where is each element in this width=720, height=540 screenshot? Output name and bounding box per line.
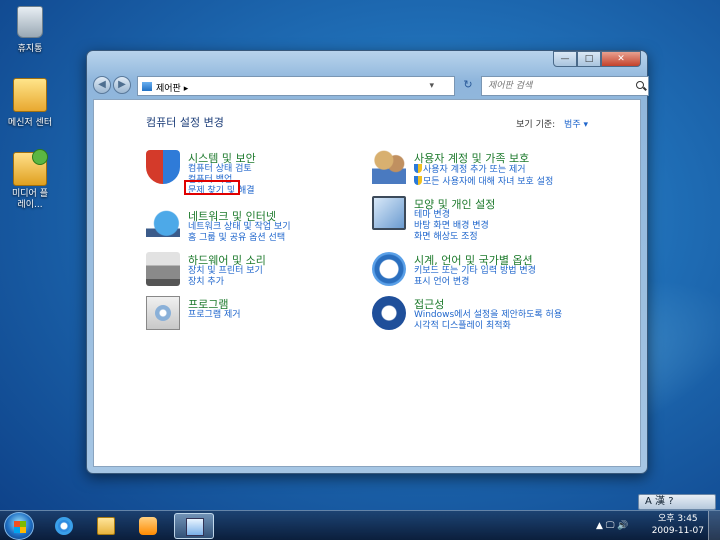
recycle-bin-icon [17,6,43,38]
desktop-icon-media-player[interactable]: 미디어 플레이... [0,149,60,211]
category-appearance: 모양 및 개인 설정 테마 변경 바탕 화면 배경 변경 화면 해상도 조정 [372,196,602,246]
category-ease-of-access: 접근성 Windows에서 설정을 제안하도록 허용 시각적 디스플레이 최적화 [372,296,602,336]
link-change-background[interactable]: 바탕 화면 배경 변경 [414,221,489,232]
forward-button[interactable]: ▶ [113,76,131,94]
chevron-down-icon[interactable]: ▾ [429,81,434,91]
category-links: Windows에서 설정을 제안하도록 허용 시각적 디스플레이 최적화 [414,310,562,332]
link-parental-controls[interactable]: 모든 사용자에 대해 자녀 보호 설정 [414,176,553,188]
internet-explorer-icon [55,517,73,535]
uac-shield-icon [414,164,422,173]
link-suggest-settings[interactable]: Windows에서 설정을 제안하도록 허용 [414,310,562,321]
back-button[interactable]: ◀ [93,76,111,94]
category-links: 장치 및 프린터 보기 장치 추가 [188,266,263,288]
link-adjust-resolution[interactable]: 화면 해상도 조정 [414,232,489,243]
link-network-status[interactable]: 네트워크 상태 및 작업 보기 [188,222,291,233]
link-homegroup[interactable]: 홈 그룹 및 공유 옵션 선택 [188,233,291,244]
windows-logo-icon [14,521,26,533]
control-panel-window: — □ ✕ ◀ ▶ 제어판 ▸ ▾ ↻ 컴퓨터 설정 변경 보기 기준: 범주 … [86,50,649,474]
system-tray[interactable]: ▲ 🖵 🔊 [596,521,629,531]
category-clock-language: 시계, 언어 및 국가별 옵션 키보드 또는 기타 입력 방법 변경 표시 언어… [372,252,602,292]
category-links: 프로그램 제거 [188,310,241,321]
control-panel-icon [186,518,204,536]
clock-date: 2009-11-07 [651,526,704,536]
show-desktop-button[interactable] [708,511,720,540]
view-by-dropdown[interactable]: 범주 ▾ [564,120,588,130]
highlight-box [184,180,240,195]
address-bar[interactable]: 제어판 ▸ ▾ [137,76,455,96]
programs-icon [146,296,180,330]
clock-globe-icon [372,252,406,286]
category-links: 키보드 또는 기타 입력 방법 변경 표시 언어 변경 [414,266,536,288]
start-button[interactable] [4,512,34,540]
breadcrumb[interactable]: 제어판 ▸ [156,81,188,94]
category-links: 네트워크 상태 및 작업 보기 홈 그룹 및 공유 옵션 선택 [188,222,291,244]
clock[interactable]: 오후 3:45 2009-11-07 [652,513,704,537]
link-review-status[interactable]: 컴퓨터 상태 검토 [188,164,255,175]
category-system-security: 시스템 및 보안 컴퓨터 상태 검토 컴퓨터 백업 문제 찾기 및 해결 [146,150,376,200]
clock-time: 오후 3:45 [658,514,698,524]
category-hardware-sound: 하드웨어 및 소리 장치 및 프린터 보기 장치 추가 [146,252,376,292]
link-add-device[interactable]: 장치 추가 [188,277,263,288]
taskbar-item-explorer[interactable] [86,513,126,539]
category-links: 사용자 계정 추가 또는 제거 모든 사용자에 대해 자녀 보호 설정 [414,164,553,188]
media-player-icon [13,149,48,186]
desktop-icon-messenger[interactable]: 메신저 센터 [0,78,60,128]
media-player-icon [139,517,157,535]
desktop-icon-label: 휴지통 [17,44,43,54]
taskbar: ▲ 🖵 🔊 오후 3:45 2009-11-07 [0,510,720,540]
taskbar-item-ie[interactable] [44,513,84,539]
messenger-icon [13,78,47,112]
category-user-accounts: 사용자 계정 및 가족 보호 사용자 계정 추가 또는 제거 모든 사용자에 대… [372,150,602,190]
desktop-icon-label: 미디어 플레이... [12,189,48,210]
desktop-icon-label: 메신저 센터 [7,118,53,128]
minimize-button[interactable]: — [553,51,577,67]
category-programs: 프로그램 프로그램 제거 [146,296,376,332]
maximize-button[interactable]: □ [577,51,601,67]
search-icon[interactable] [636,81,644,89]
page-title: 컴퓨터 설정 변경 [146,116,224,129]
appearance-monitor-icon [372,196,406,230]
language-bar[interactable]: A 漢 ? [638,494,716,510]
link-change-display-language[interactable]: 표시 언어 변경 [414,277,536,288]
search-input[interactable] [482,77,628,95]
view-by: 보기 기준: 범주 ▾ [516,117,588,130]
link-optimize-display[interactable]: 시각적 디스플레이 최적화 [414,321,562,332]
close-button[interactable]: ✕ [601,51,641,67]
users-icon [372,150,406,184]
navigation-bar: ◀ ▶ 제어판 ▸ ▾ ↻ [93,75,649,99]
window-controls: — □ ✕ [553,51,641,67]
link-change-keyboard[interactable]: 키보드 또는 기타 입력 방법 변경 [414,266,536,277]
taskbar-item-control-panel[interactable] [174,513,214,539]
refresh-button[interactable]: ↻ [459,76,477,96]
category-links: 컴퓨터 상태 검토 컴퓨터 백업 문제 찾기 및 해결 [184,164,255,197]
folder-icon [97,517,115,535]
control-panel-icon [142,82,152,91]
link-uninstall-program[interactable]: 프로그램 제거 [188,310,241,321]
search-box[interactable] [481,76,649,96]
content-area: 컴퓨터 설정 변경 보기 기준: 범주 ▾ 시스템 및 보안 컴퓨터 상태 검토… [93,99,641,467]
link-add-remove-accounts[interactable]: 사용자 계정 추가 또는 제거 [414,164,553,176]
taskbar-item-media-player[interactable] [128,513,168,539]
desktop-icon-recycle-bin[interactable]: 휴지통 [0,6,60,54]
category-network-internet: 네트워크 및 인터넷 네트워크 상태 및 작업 보기 홈 그룹 및 공유 옵션 … [146,208,376,248]
category-links: 테마 변경 바탕 화면 배경 변경 화면 해상도 조정 [414,210,489,243]
security-shield-icon [146,150,180,184]
link-devices-printers[interactable]: 장치 및 프린터 보기 [188,266,263,277]
ease-of-access-icon [372,296,406,330]
uac-shield-icon [414,176,422,185]
view-by-label: 보기 기준: [516,120,556,130]
network-globe-icon [146,208,180,242]
printer-icon [146,252,180,286]
link-change-theme[interactable]: 테마 변경 [414,210,489,221]
